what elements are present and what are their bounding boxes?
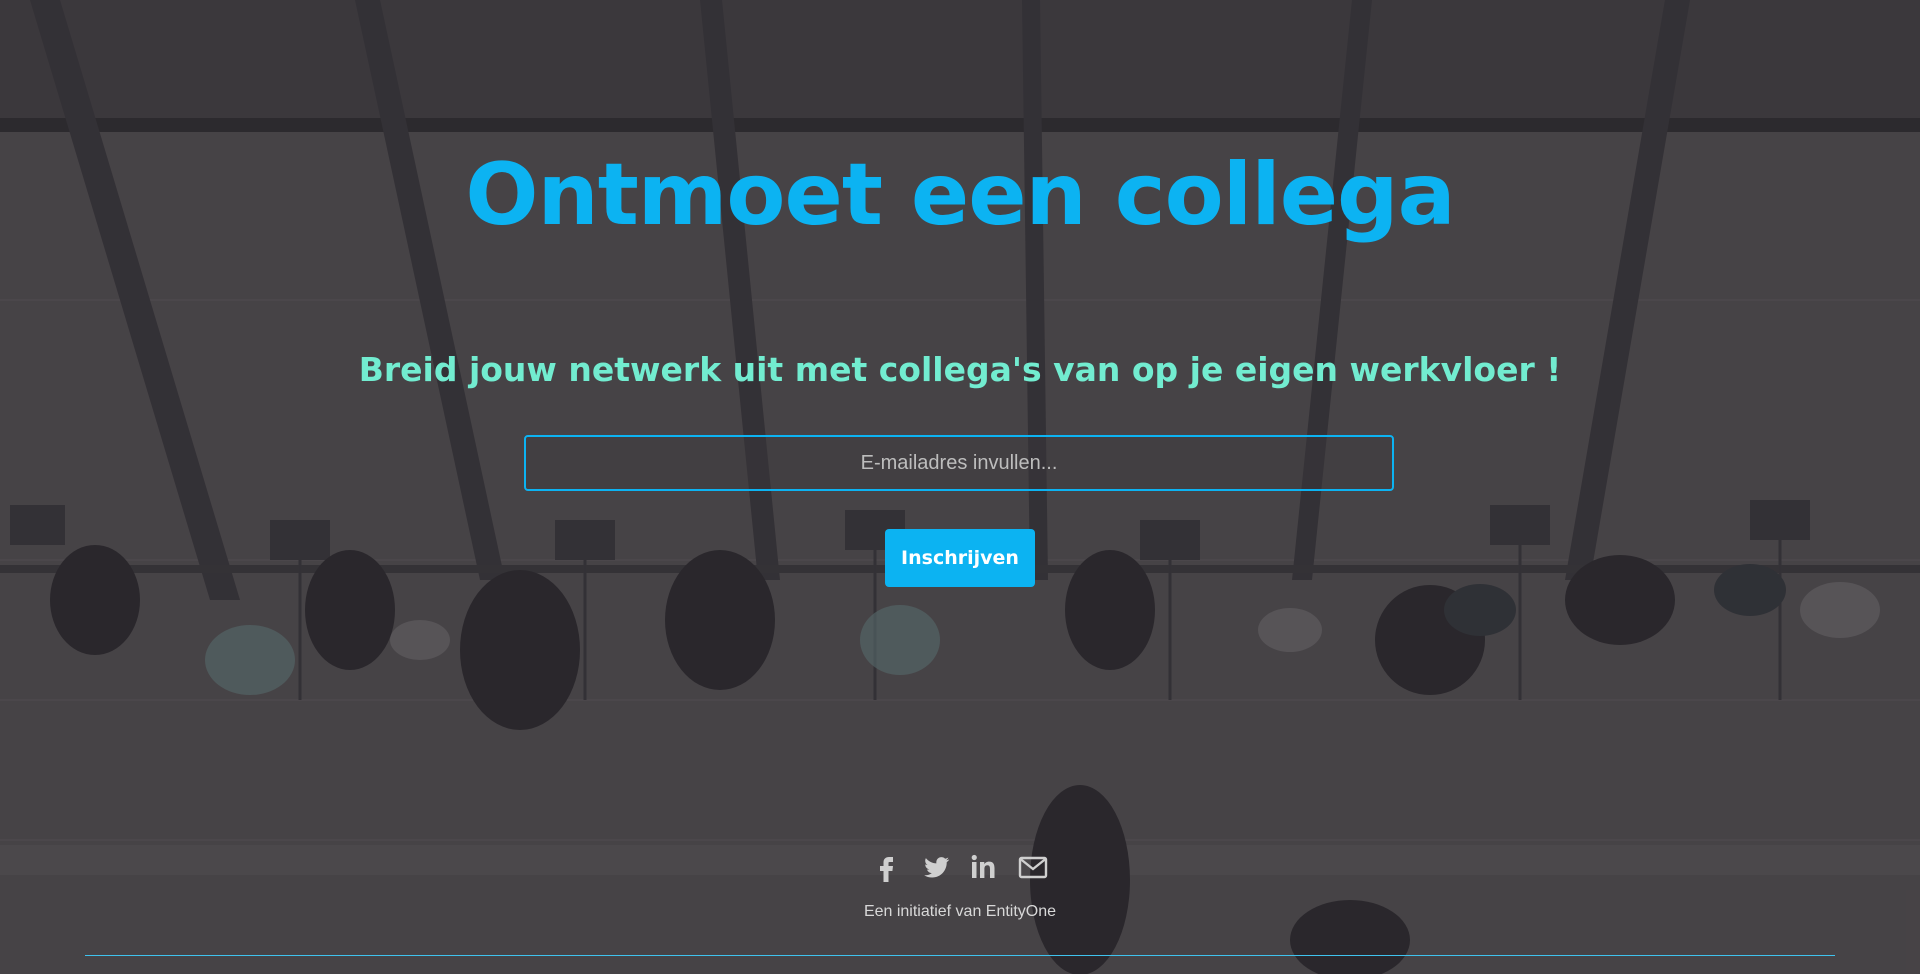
facebook-link[interactable] <box>870 850 904 884</box>
landing-page: Ontmoet een collega Breid jouw netwerk u… <box>0 0 1920 974</box>
page-subtitle: Breid jouw netwerk uit met collega's van… <box>358 350 1562 389</box>
twitter-icon <box>923 857 949 878</box>
email-input[interactable] <box>524 435 1394 491</box>
subscribe-button[interactable]: Inschrijven <box>885 529 1035 587</box>
page-title: Ontmoet een collega <box>465 145 1455 245</box>
hero-section: Ontmoet een collega Breid jouw netwerk u… <box>0 0 1920 974</box>
linkedin-link[interactable] <box>967 850 1001 884</box>
social-links <box>870 850 1050 884</box>
linkedin-icon <box>971 854 995 878</box>
facebook-icon <box>880 857 893 882</box>
envelope-icon <box>1018 856 1048 879</box>
email-link[interactable] <box>1016 850 1050 884</box>
footer-credit: Een initiatief van EntityOne <box>863 903 1057 920</box>
footer-divider <box>85 955 1835 956</box>
twitter-link[interactable] <box>919 850 953 884</box>
